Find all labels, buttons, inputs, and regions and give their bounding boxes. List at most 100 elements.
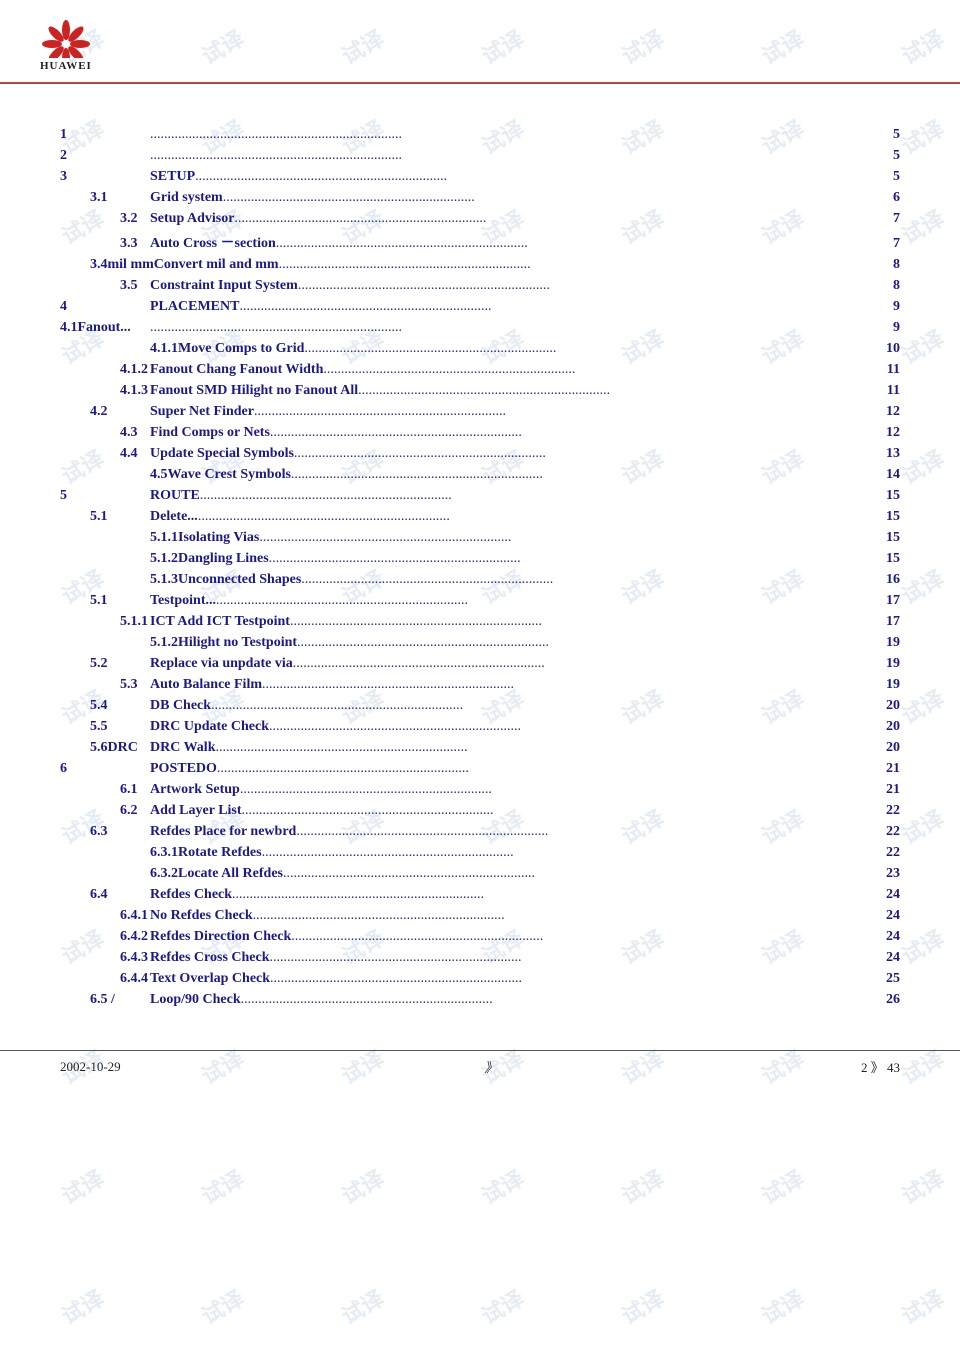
toc-dots: ........................................… bbox=[241, 992, 872, 1008]
toc-title: SETUP bbox=[150, 169, 195, 185]
toc-title: Replace via unpdate via bbox=[150, 656, 293, 672]
toc-title-area: Refdes Place for newbrd ................… bbox=[150, 824, 872, 840]
toc-row: 6.3Refdes Place for newbrd .............… bbox=[60, 821, 900, 842]
toc-dots: ........................................… bbox=[291, 929, 872, 945]
toc-dots: ........................................… bbox=[239, 299, 872, 315]
toc-title-area: Update Special Symbols .................… bbox=[150, 446, 872, 462]
toc-title-area: PLACEMENT ..............................… bbox=[150, 299, 872, 315]
toc-dots: ........................................… bbox=[223, 190, 872, 206]
toc-page: 14 bbox=[872, 467, 900, 483]
toc-page: 21 bbox=[872, 761, 900, 777]
toc-title: Dangling Lines bbox=[178, 551, 269, 567]
toc-number: 6.4 bbox=[60, 887, 150, 903]
toc-number: 4 bbox=[60, 299, 150, 315]
toc-title: PLACEMENT bbox=[150, 299, 239, 315]
toc-number: 4.3 bbox=[60, 425, 150, 441]
toc-dots: ........................................… bbox=[200, 488, 872, 504]
toc-page: 21 bbox=[872, 782, 900, 798]
toc-title: Find Comps or Nets bbox=[150, 425, 270, 441]
logo-area: HUAWEI bbox=[40, 18, 920, 72]
toc-title-area: Constraint Input System ................… bbox=[150, 278, 872, 294]
toc-page: 5 bbox=[872, 127, 900, 143]
toc-row: 5.1.2Hilight no Testpoint ..............… bbox=[60, 632, 900, 653]
toc-title-area: Find Comps or Nets .....................… bbox=[150, 425, 872, 441]
toc-page: 24 bbox=[872, 908, 900, 924]
toc-title: Move Comps to Grid bbox=[178, 341, 304, 357]
toc-row: 4.1.1Move Comps to Grid ................… bbox=[60, 338, 900, 359]
toc-row: 5.2Replace via unpdate via .............… bbox=[60, 653, 900, 674]
toc-dots: ........................................… bbox=[150, 127, 872, 143]
toc-dots: ........................................… bbox=[270, 971, 872, 987]
toc-number: 5.1.2 bbox=[60, 635, 178, 651]
toc-dots: ........................................… bbox=[269, 551, 872, 567]
toc-title-area: Locate All Refdes ......................… bbox=[178, 866, 872, 882]
toc-number: 4.4 bbox=[60, 446, 150, 462]
toc-row: 5.1Delete... ...........................… bbox=[60, 506, 900, 527]
toc-row: 6.5 /Loop/90 Check .....................… bbox=[60, 989, 900, 1010]
toc-number: 3.3 bbox=[60, 236, 150, 252]
toc-title: Rotate Refdes bbox=[178, 845, 262, 861]
toc-dots: ........................................… bbox=[234, 211, 872, 227]
toc-row: 5.6DRCDRC Walk .........................… bbox=[60, 737, 900, 758]
toc-page: 17 bbox=[872, 614, 900, 630]
toc-dots: ........................................… bbox=[294, 446, 872, 462]
toc-page: 24 bbox=[872, 887, 900, 903]
toc-page: 26 bbox=[872, 992, 900, 1008]
toc-title: Refdes Direction Check bbox=[150, 929, 291, 945]
toc-title: Locate All Refdes bbox=[178, 866, 283, 882]
toc-row: 6.3.1Rotate Refdes .....................… bbox=[60, 842, 900, 863]
toc-number: 6.4.3 bbox=[60, 950, 150, 966]
toc-number: 5.4 bbox=[60, 698, 150, 714]
toc-title: Wave Crest Symbols bbox=[168, 467, 291, 483]
toc-dots: ........................................… bbox=[293, 656, 872, 672]
footer-right: 2 》 43 bbox=[861, 1057, 900, 1076]
toc-row: 6.3.2Locate All Refdes .................… bbox=[60, 863, 900, 884]
toc-title-area: ROUTE ..................................… bbox=[150, 488, 872, 504]
toc-number: 6.2 bbox=[60, 803, 150, 819]
toc-title-area: SETUP ..................................… bbox=[150, 169, 872, 185]
toc-page: 22 bbox=[872, 803, 900, 819]
toc-row: 4.4Update Special Symbols ..............… bbox=[60, 443, 900, 464]
toc-dots: ........................................… bbox=[269, 719, 872, 735]
toc-row: 5.1Testpoint... ........................… bbox=[60, 590, 900, 611]
toc-page: 6 bbox=[872, 190, 900, 206]
toc-dots: ........................................… bbox=[276, 236, 872, 252]
toc-row: 5.1.2Dangling Lines ....................… bbox=[60, 548, 900, 569]
toc-dots: ........................................… bbox=[270, 950, 872, 966]
footer-date: 2002-10-29 bbox=[60, 1059, 121, 1075]
toc-title-area: Move Comps to Grid .....................… bbox=[178, 341, 872, 357]
toc-title-area: Auto Balance Film ......................… bbox=[150, 677, 872, 693]
toc-row: 6.2Add Layer List ......................… bbox=[60, 800, 900, 821]
toc-title-area: ICT Add ICT Testpoint ..................… bbox=[150, 614, 872, 630]
toc-number: 2 bbox=[60, 148, 150, 164]
toc-title: DRC Update Check bbox=[150, 719, 269, 735]
toc-page: 19 bbox=[872, 635, 900, 651]
toc-row: 5.1.1ICT Add ICT Testpoint .............… bbox=[60, 611, 900, 632]
toc-title-area: Refdes Cross Check .....................… bbox=[150, 950, 872, 966]
toc-page: 15 bbox=[872, 530, 900, 546]
toc-title: Refdes Place for newbrd bbox=[150, 824, 296, 840]
toc-dots: ........................................… bbox=[270, 425, 872, 441]
toc-page: 19 bbox=[872, 656, 900, 672]
toc-dots: ........................................… bbox=[217, 761, 872, 777]
toc-number: 6.4.4 bbox=[60, 971, 150, 987]
toc-dots: ........................................… bbox=[232, 887, 872, 903]
toc-page: 23 bbox=[872, 866, 900, 882]
toc-row: 5ROUTE .................................… bbox=[60, 485, 900, 506]
toc-dots: ........................................… bbox=[296, 824, 872, 840]
toc-number: 5.1.2 bbox=[60, 551, 178, 567]
toc-title: No Refdes Check bbox=[150, 908, 253, 924]
toc-row: 4.3Find Comps or Nets ..................… bbox=[60, 422, 900, 443]
toc-page: 19 bbox=[872, 677, 900, 693]
toc-title: Update Special Symbols bbox=[150, 446, 294, 462]
toc-title-area: ........................................… bbox=[150, 320, 872, 336]
toc-row: 6.4Refdes Check ........................… bbox=[60, 884, 900, 905]
toc-number: 5.3 bbox=[60, 677, 150, 693]
toc-dots: ........................................… bbox=[150, 148, 872, 164]
toc-page: 15 bbox=[872, 509, 900, 525]
toc-row: 4.5Wave Crest Symbols ..................… bbox=[60, 464, 900, 485]
toc-title: ICT Add ICT Testpoint bbox=[150, 614, 290, 630]
toc-number: 6.3 bbox=[60, 824, 150, 840]
toc-title-area: Super Net Finder .......................… bbox=[150, 404, 872, 420]
toc-number: 3 bbox=[60, 169, 150, 185]
